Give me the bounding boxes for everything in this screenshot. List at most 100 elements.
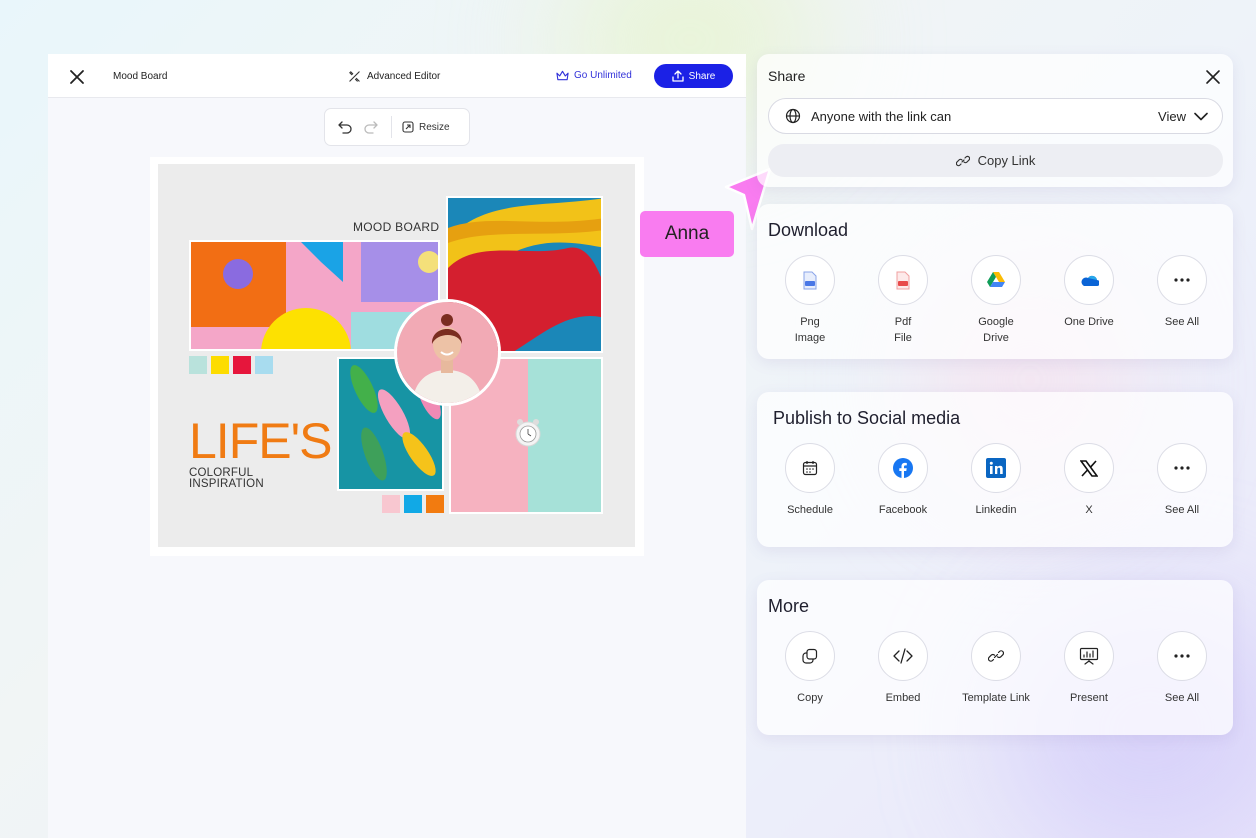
advanced-editor-label: Advanced Editor — [367, 71, 441, 82]
color-swatch — [233, 356, 251, 374]
facebook-label: Facebook — [878, 504, 928, 516]
copy-button[interactable] — [785, 631, 835, 681]
more-title: More — [768, 596, 810, 616]
template-link-label: Template Link — [962, 692, 1030, 704]
google-drive-button[interactable] — [971, 255, 1021, 305]
social-see-all-item[interactable]: See All — [1157, 443, 1207, 518]
close-icon[interactable] — [68, 68, 86, 86]
copy-item[interactable]: Copy — [785, 631, 835, 706]
x-item[interactable]: X — [1064, 443, 1114, 518]
copy-label: Copy — [797, 692, 823, 704]
social-see-all-label: See All — [1164, 504, 1200, 516]
present-button[interactable] — [1064, 631, 1114, 681]
upload-icon — [672, 70, 684, 82]
linkedin-item[interactable]: Linkedin — [971, 443, 1021, 518]
globe-icon — [785, 108, 801, 124]
linkedin-button[interactable] — [971, 443, 1021, 493]
facebook-button[interactable] — [878, 443, 928, 493]
pdf-file-icon — [896, 271, 910, 289]
schedule-button[interactable] — [785, 443, 835, 493]
onedrive-icon — [1081, 275, 1099, 286]
social-media-title: Publish to Social media — [773, 408, 961, 428]
canvas-toolbar: Resize — [324, 108, 470, 146]
download-png-label: Png Image — [795, 314, 826, 346]
download-panel: Download Png Image Pdf File Google Drive On… — [757, 204, 1233, 359]
share-panel: Share Anyone with the link can View Copy… — [757, 54, 1233, 187]
link-icon — [988, 650, 1004, 662]
close-icon[interactable] — [1205, 69, 1221, 85]
collaborator-cursor-label: Anna — [640, 211, 734, 257]
social-media-panel: Publish to Social media Schedule Faceboo… — [757, 392, 1233, 547]
pdf-file-button[interactable] — [878, 255, 928, 305]
label-line: Pdf — [894, 316, 912, 328]
onedrive-button[interactable] — [1064, 255, 1114, 305]
download-png-item[interactable]: Png Image — [785, 255, 835, 346]
png-file-button[interactable] — [785, 255, 835, 305]
link-access-value: View — [1158, 108, 1186, 124]
resize-label: Resize — [419, 121, 450, 133]
more-see-all-label: See All — [1164, 692, 1200, 704]
see-all-button[interactable] — [1157, 255, 1207, 305]
linkedin-label: Linkedin — [975, 504, 1017, 516]
template-link-button[interactable] — [971, 631, 1021, 681]
download-google-drive-item[interactable]: Google Drive — [971, 255, 1021, 346]
label-line: Image — [794, 332, 826, 344]
present-icon — [1079, 647, 1099, 665]
copy-link-button[interactable]: Copy Link — [768, 144, 1223, 177]
redo-icon[interactable] — [361, 117, 381, 137]
portrait-photo[interactable] — [394, 299, 501, 406]
advanced-editor-button[interactable]: Advanced Editor — [348, 70, 440, 83]
color-swatch — [426, 495, 444, 513]
share-panel-title: Share — [768, 68, 806, 84]
embed-label: Embed — [885, 692, 921, 704]
toolbar-divider — [391, 116, 392, 138]
link-icon — [955, 155, 970, 166]
go-unlimited-button[interactable]: Go Unlimited — [556, 70, 632, 81]
embed-item[interactable]: Embed — [878, 631, 928, 706]
go-unlimited-label: Go Unlimited — [574, 70, 632, 81]
label-line: File — [894, 332, 912, 344]
see-all-button[interactable] — [1157, 631, 1207, 681]
download-pdf-item[interactable]: Pdf File — [878, 255, 928, 346]
resize-button[interactable]: Resize — [402, 121, 450, 133]
lifes-headline: LIFE'S — [189, 413, 332, 469]
color-swatch — [211, 356, 229, 374]
tools-icon — [349, 71, 360, 82]
x-icon — [1080, 459, 1098, 477]
color-swatch — [189, 356, 207, 374]
png-file-icon — [803, 271, 817, 289]
color-swatch — [255, 356, 273, 374]
resize-icon — [402, 121, 414, 133]
download-see-all-label: See All — [1164, 316, 1200, 328]
template-link-item[interactable]: Template Link — [962, 631, 1030, 706]
download-onedrive-item[interactable]: One Drive — [1064, 255, 1114, 346]
copy-icon — [802, 648, 818, 664]
more-icon — [1174, 466, 1190, 470]
download-title: Download — [768, 220, 849, 240]
label-line: Drive — [983, 332, 1009, 344]
editor-topbar: Mood Board Advanced Editor Go Unlimited … — [48, 54, 746, 98]
link-access-dropdown[interactable]: Anyone with the link can View — [768, 98, 1223, 134]
download-google-drive-label: Google Drive — [978, 314, 1013, 346]
download-see-all-item[interactable]: See All — [1157, 255, 1207, 346]
social-options: Schedule Facebook Linkedin X See All — [785, 443, 1207, 518]
google-drive-icon — [987, 272, 1005, 287]
see-all-button[interactable] — [1157, 443, 1207, 493]
copy-link-label: Copy Link — [977, 153, 1036, 168]
more-see-all-item[interactable]: See All — [1157, 631, 1207, 706]
facebook-item[interactable]: Facebook — [878, 443, 928, 518]
more-icon — [1174, 278, 1190, 282]
undo-icon[interactable] — [335, 117, 355, 137]
mood-board-artboard[interactable]: MOOD BOARD LIFE'S COLORFUL INSPIRATION — [158, 164, 635, 547]
embed-button[interactable] — [878, 631, 928, 681]
subtitle-line-2: INSPIRATION — [189, 478, 264, 490]
x-button[interactable] — [1064, 443, 1114, 493]
label-line: Png — [800, 316, 820, 328]
share-button[interactable]: Share — [654, 64, 733, 88]
schedule-item[interactable]: Schedule — [785, 443, 835, 518]
document-title: Mood Board — [113, 71, 168, 82]
color-swatch — [404, 495, 422, 513]
mood-board-heading: MOOD BOARD — [353, 220, 440, 234]
present-item[interactable]: Present — [1064, 631, 1114, 706]
more-icon — [1174, 654, 1190, 658]
